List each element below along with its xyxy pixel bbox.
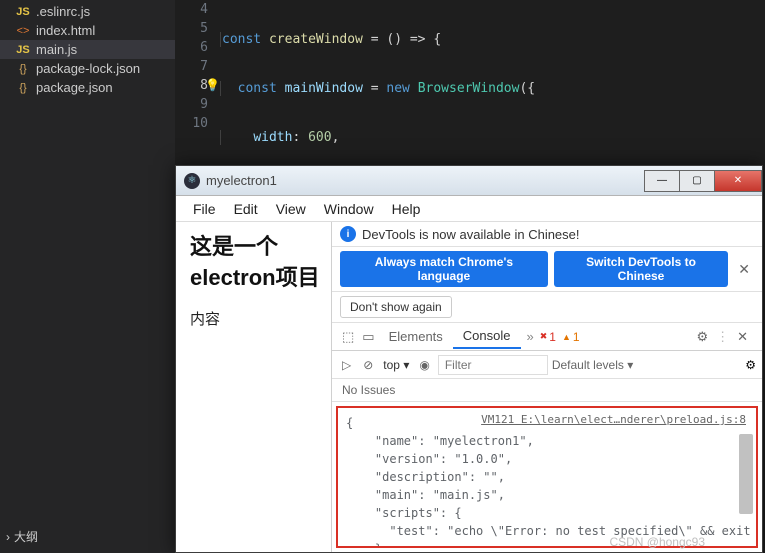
js-icon: JS <box>16 43 30 57</box>
menu-help[interactable]: Help <box>383 198 430 220</box>
js-icon: JS <box>16 5 30 19</box>
line-number: 9 <box>175 95 208 114</box>
lightbulb-icon[interactable]: 💡 <box>205 78 220 92</box>
page-body: 内容 <box>190 308 321 329</box>
page-heading: 这是一个electron项目 <box>190 232 321 294</box>
info-text: DevTools is now available in Chinese! <box>362 227 580 242</box>
renderer-page: 这是一个electron项目 内容 <box>176 222 331 552</box>
source-link[interactable]: VM121 E:\learn\elect…nderer\preload.js:8 <box>481 412 746 429</box>
chevron-right-icon: › <box>6 530 10 544</box>
device-icon[interactable]: ▭ <box>362 329 374 345</box>
play-icon[interactable]: ▷ <box>338 358 355 372</box>
menu-window[interactable]: Window <box>315 198 383 220</box>
close-button[interactable]: ✕ <box>714 170 762 192</box>
dont-show-button[interactable]: Don't show again <box>340 296 452 318</box>
maximize-button[interactable]: ▢ <box>679 170 715 192</box>
electron-window: ⚛ myelectron1 — ▢ ✕ File Edit View Windo… <box>175 165 763 553</box>
file-item-main-js[interactable]: JS main.js <box>0 40 175 59</box>
file-explorer: JS .eslinrc.js <> index.html JS main.js … <box>0 0 175 553</box>
menu-view[interactable]: View <box>267 198 315 220</box>
outline-label: 大纲 <box>14 528 38 545</box>
minimize-button[interactable]: — <box>644 170 680 192</box>
divider: ⋮ <box>716 329 729 345</box>
line-number: 10 <box>175 114 208 133</box>
code-body[interactable]: const createWindow = () => { const mainW… <box>220 0 765 165</box>
devtools-panel: i DevTools is now available in Chinese! … <box>331 222 762 552</box>
always-match-button[interactable]: Always match Chrome's language <box>340 251 548 287</box>
menu-edit[interactable]: Edit <box>225 198 267 220</box>
file-item-index-html[interactable]: <> index.html <box>0 21 175 40</box>
inspect-icon[interactable]: ⬚ <box>342 329 354 345</box>
file-label: package.json <box>36 80 113 95</box>
html-icon: <> <box>16 24 30 38</box>
console-output[interactable]: VM121 E:\learn\elect…nderer\preload.js:8… <box>336 406 758 548</box>
line-number: 6 <box>175 38 208 57</box>
file-label: main.js <box>36 42 77 57</box>
close-icon[interactable]: ✕ <box>734 261 754 278</box>
line-number: 7 <box>175 57 208 76</box>
tab-elements[interactable]: Elements <box>379 325 453 348</box>
file-label: .eslinrc.js <box>36 4 90 19</box>
close-devtools-icon[interactable]: ✕ <box>729 329 756 345</box>
console-gear-icon[interactable]: ⚙ <box>745 358 756 372</box>
line-number: 5 <box>175 19 208 38</box>
scrollbar-thumb[interactable] <box>739 434 753 514</box>
switch-chinese-button[interactable]: Switch DevTools to Chinese <box>554 251 728 287</box>
file-label: package-lock.json <box>36 61 140 76</box>
levels-select[interactable]: Default levels ▾ <box>552 358 633 372</box>
code-editor[interactable]: 4 5 6 7 8 9 10 💡 const createWindow = ()… <box>175 0 765 165</box>
devtools-info-banner: i DevTools is now available in Chinese! <box>332 222 762 247</box>
menu-file[interactable]: File <box>184 198 225 220</box>
file-item-package-lock[interactable]: {} package-lock.json <box>0 59 175 78</box>
line-number: 8 <box>175 76 208 95</box>
eye-icon[interactable]: ◉ <box>415 358 433 372</box>
line-gutter: 4 5 6 7 8 9 10 💡 <box>175 0 220 165</box>
no-issues-label: No Issues <box>332 379 762 402</box>
console-toolbar: ▷ ⊘ top ▾ ◉ Default levels ▾ ⚙ <box>332 351 762 379</box>
window-title: myelectron1 <box>206 173 645 188</box>
more-tabs-icon[interactable]: » <box>521 329 540 344</box>
electron-icon: ⚛ <box>184 173 200 189</box>
tab-console[interactable]: Console <box>453 324 521 349</box>
clear-icon[interactable]: ⊘ <box>359 358 377 372</box>
json-icon: {} <box>16 62 30 76</box>
titlebar[interactable]: ⚛ myelectron1 — ▢ ✕ <box>176 166 762 196</box>
json-icon: {} <box>16 81 30 95</box>
file-item-package-json[interactable]: {} package.json <box>0 78 175 97</box>
file-label: index.html <box>36 23 95 38</box>
watermark: CSDN @hongc93 <box>609 535 705 549</box>
devtools-tabs: ⬚ ▭ Elements Console » 1 1 ⚙ ⋮ ✕ <box>332 323 762 351</box>
console-json: { "name": "myelectron1", "version": "1.0… <box>346 414 748 548</box>
warning-count[interactable]: 1 <box>562 330 580 344</box>
filter-input[interactable] <box>438 355 548 375</box>
app-menubar: File Edit View Window Help <box>176 196 762 222</box>
context-select[interactable]: top ▾ <box>381 357 411 373</box>
error-count[interactable]: 1 <box>540 330 556 344</box>
outline-toggle[interactable]: › 大纲 <box>6 528 38 545</box>
line-number: 4 <box>175 0 208 19</box>
gear-icon[interactable]: ⚙ <box>688 329 716 345</box>
info-icon: i <box>340 226 356 242</box>
file-item-eslintrc[interactable]: JS .eslinrc.js <box>0 2 175 21</box>
